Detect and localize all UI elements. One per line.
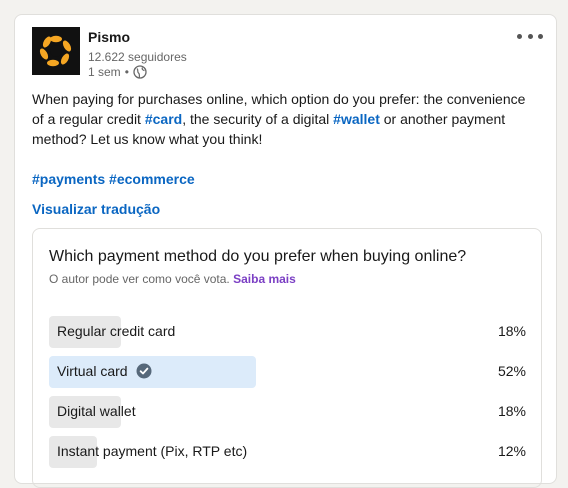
more-dot <box>517 33 522 39</box>
poll-option[interactable]: Digital wallet 18% <box>49 396 526 428</box>
poll-option-percent: 18% <box>497 403 526 419</box>
globe-icon <box>133 65 147 79</box>
meta-separator: • <box>124 65 129 79</box>
hashtag-payments-link[interactable]: #payments <box>32 171 105 187</box>
feed-post-card: Pismo 12.622 seguidores 1 sem • When pay… <box>14 14 557 488</box>
poll-option[interactable]: Instant payment (Pix, RTP etc) 12% <box>49 436 526 468</box>
poll-note-text: O autor pode ver como você vota. <box>49 272 230 286</box>
hashtag-card-link[interactable]: #card <box>145 111 182 127</box>
poll-card: Which payment method do you prefer when … <box>32 228 542 488</box>
more-dot <box>527 33 533 39</box>
post-text-part: , the security of a digital <box>182 111 334 127</box>
poll-option-label: Digital wallet <box>57 403 136 419</box>
learn-more-link[interactable]: Saiba mais <box>233 272 296 286</box>
poll-option-text: Regular credit card <box>57 323 176 339</box>
poll-vote-visibility-note: O autor pode ver como você vota. Saiba m… <box>49 272 296 286</box>
company-logo[interactable] <box>32 27 80 75</box>
hashtag-list: #payments #ecommerce <box>32 169 195 189</box>
poll-option-text: Virtual card <box>57 363 128 379</box>
poll-option-percent: 12% <box>497 443 526 459</box>
poll-option-percent: 52% <box>497 363 526 379</box>
poll-option[interactable]: Virtual card 52% <box>49 356 526 388</box>
post-meta: 1 sem • <box>88 65 147 79</box>
more-dot <box>538 33 543 39</box>
follower-count: 12.622 seguidores <box>88 50 187 64</box>
poll-option-label: Instant payment (Pix, RTP etc) <box>57 443 247 459</box>
view-translation-link[interactable]: Visualizar tradução <box>32 201 160 217</box>
poll-question: Which payment method do you prefer when … <box>49 248 467 265</box>
poll-option-label: Regular credit card <box>57 323 175 339</box>
selected-check-icon <box>136 363 152 379</box>
more-options-icon[interactable] <box>517 29 543 43</box>
post-time: 1 sem <box>88 65 121 79</box>
pismo-logo-icon <box>39 35 72 67</box>
poll-option-label: Virtual card <box>57 363 152 379</box>
poll-option-text: Instant payment (Pix, RTP etc) <box>57 443 248 459</box>
hashtag-wallet-link[interactable]: #wallet <box>333 111 380 127</box>
poll-option-percent: 18% <box>497 323 526 339</box>
poll-option[interactable]: Regular credit card 18% <box>49 316 526 348</box>
hashtag-ecommerce-link[interactable]: #ecommerce <box>109 171 195 187</box>
poll-option-text: Digital wallet <box>57 403 136 419</box>
company-name[interactable]: Pismo <box>88 29 130 45</box>
post-text: When paying for purchases online, which … <box>32 89 532 149</box>
